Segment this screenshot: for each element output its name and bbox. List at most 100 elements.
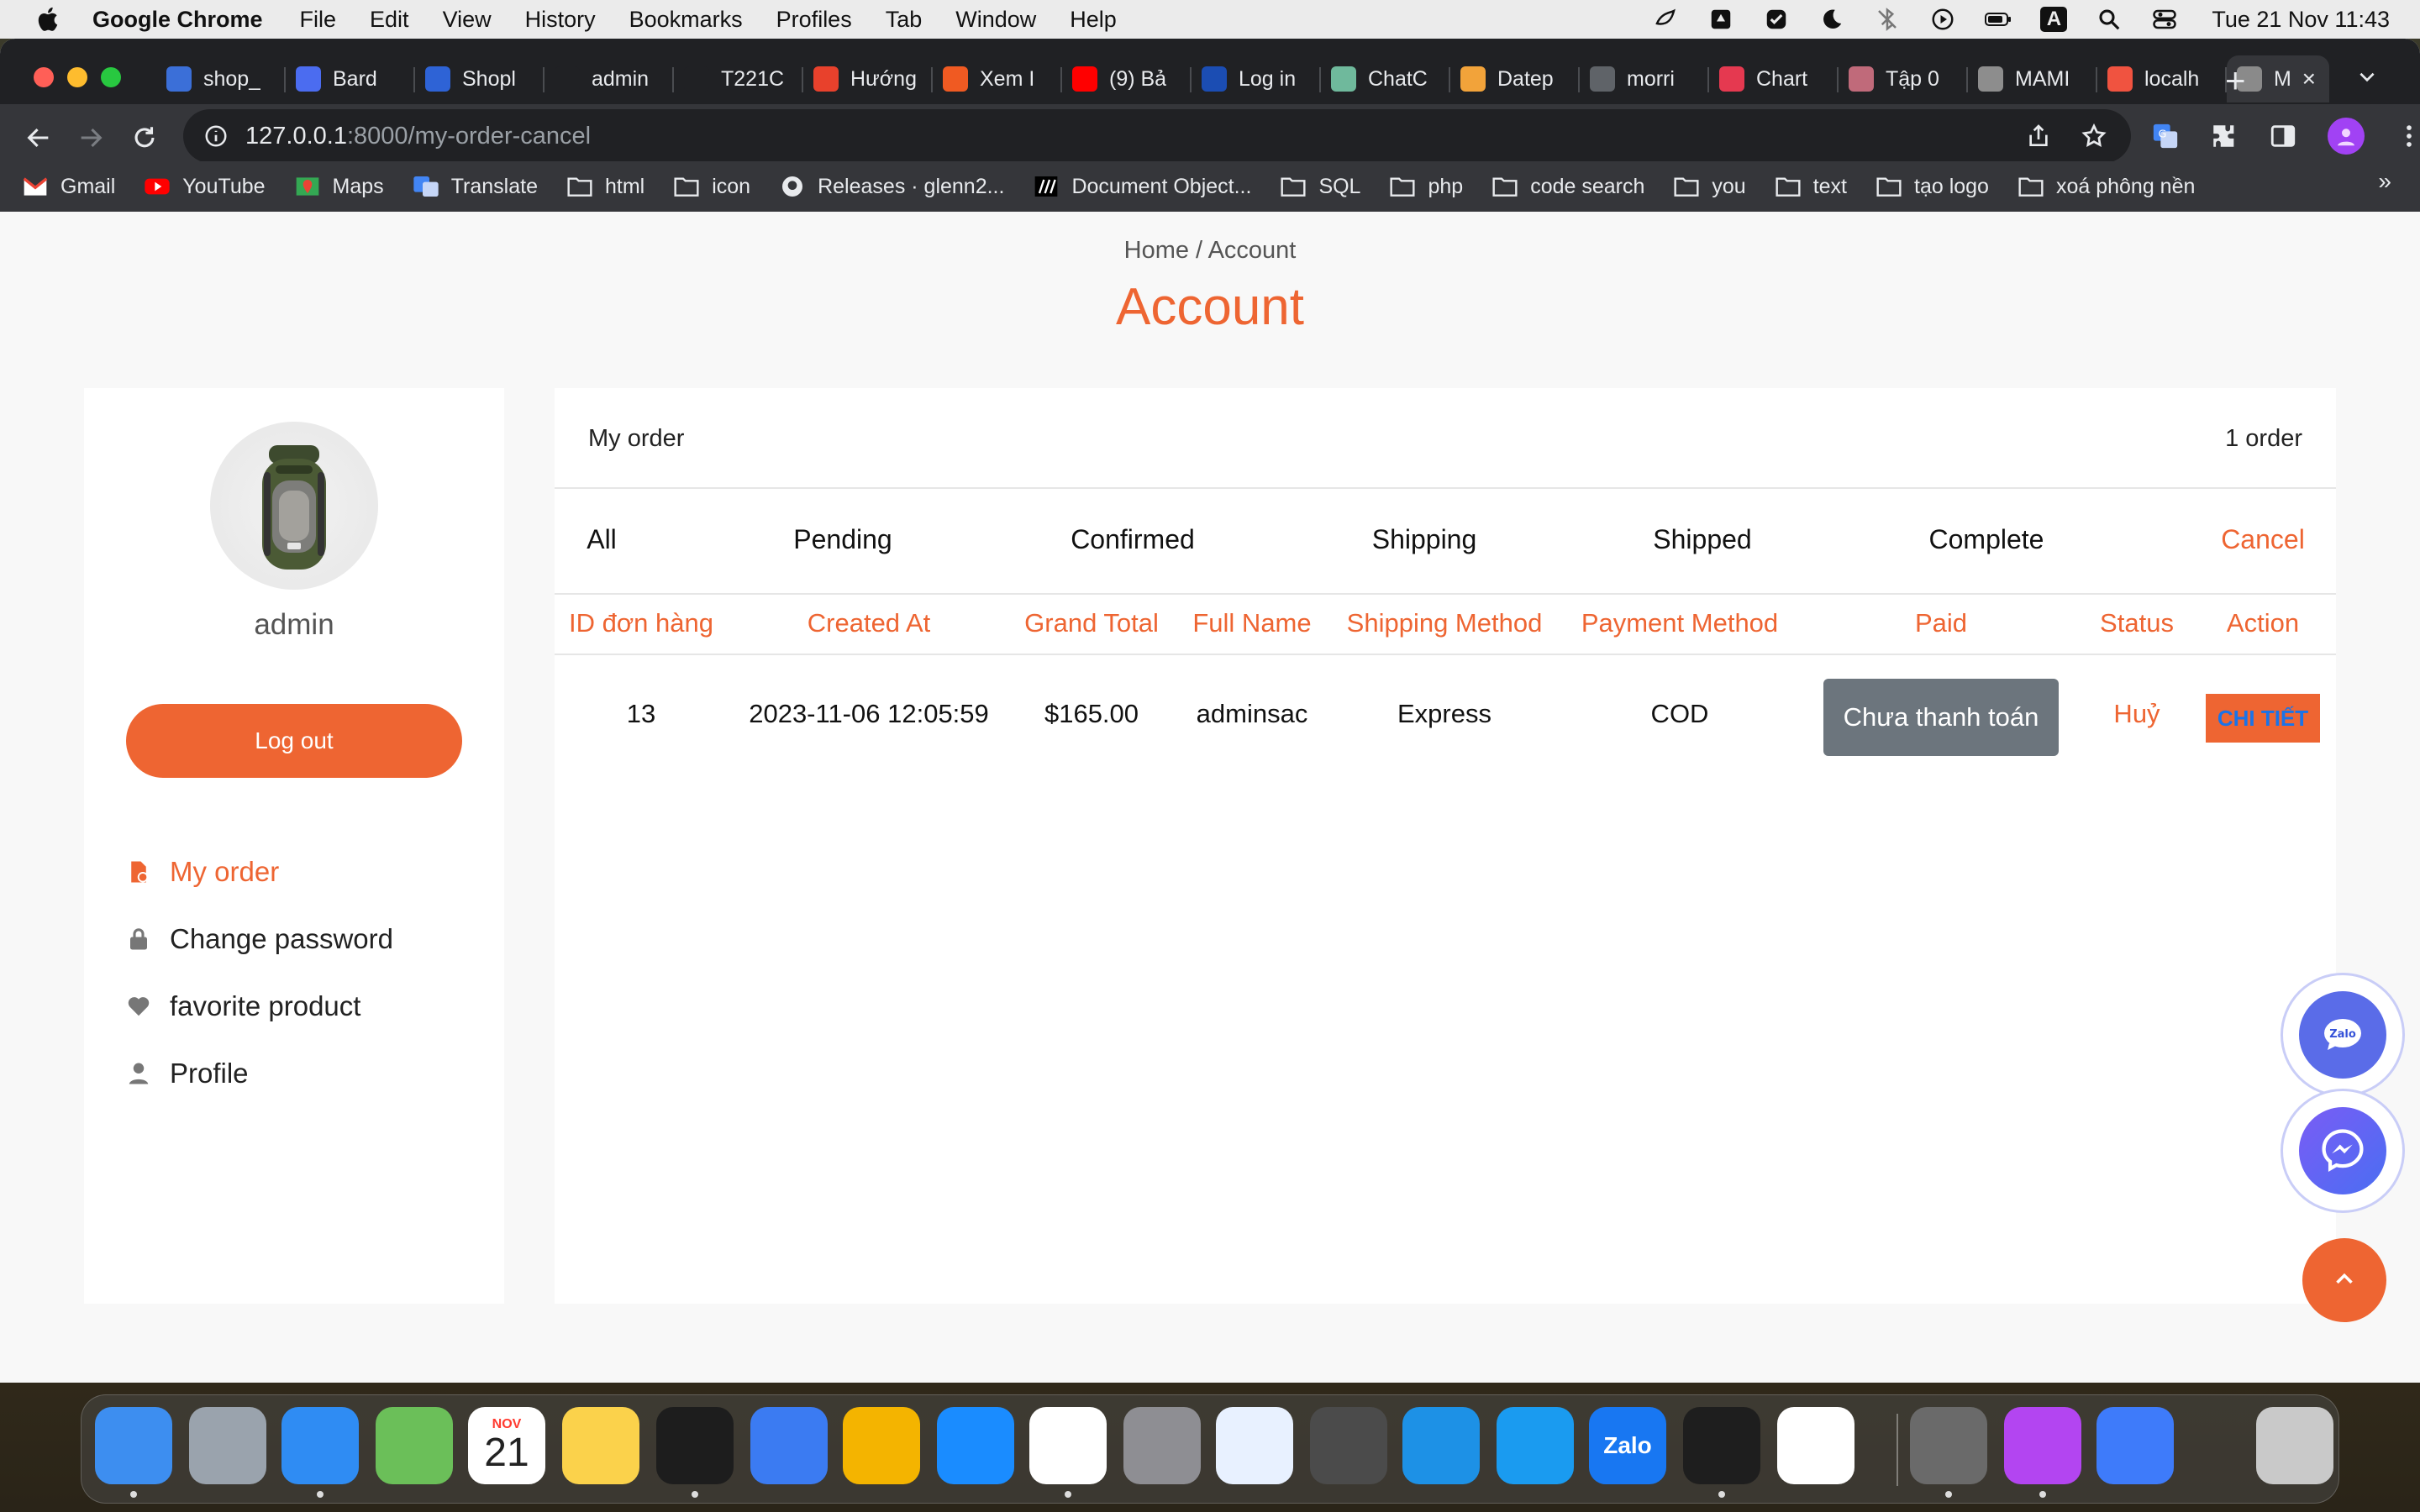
sidebar-item-change-password[interactable]: Change password	[126, 906, 393, 973]
bookmark-item[interactable]: you	[1673, 175, 1746, 199]
browser-tab[interactable]: Chart	[1709, 55, 1839, 102]
activity-monitor-icon[interactable]	[656, 1407, 734, 1484]
logout-button[interactable]: Log out	[126, 704, 462, 778]
browser-tab[interactable]: admin	[544, 55, 674, 102]
menu-view[interactable]: View	[443, 7, 492, 33]
reload-button[interactable]	[126, 119, 163, 156]
bookmark-item[interactable]: Maps	[294, 175, 384, 199]
apple-icon[interactable]	[34, 4, 64, 34]
address-bar[interactable]: 127.0.0.1:8000/my-order-cancel	[183, 109, 2131, 163]
bookmark-item[interactable]: Gmail	[22, 175, 115, 199]
side-panel-icon[interactable]	[2269, 122, 2297, 150]
checkmark-shield-icon[interactable]	[1763, 7, 1790, 32]
share-icon[interactable]	[2025, 123, 2052, 150]
data-icon[interactable]	[1216, 1407, 1293, 1484]
order-detail-button[interactable]: CHI TIẾT	[2206, 694, 2320, 743]
chrome-menu-icon[interactable]	[2395, 122, 2420, 150]
bookmark-item[interactable]: Releases · glenn2...	[779, 175, 1004, 199]
minimize-window-button[interactable]	[67, 67, 87, 87]
browser-tab[interactable]: morri	[1580, 55, 1709, 102]
tab-shipped[interactable]: Shipped	[1653, 524, 1751, 555]
forward-button[interactable]	[72, 119, 109, 156]
browser-tab[interactable]: shop_	[156, 55, 286, 102]
new-tab-button[interactable]: +	[2225, 60, 2246, 101]
browser-tab[interactable]: localh	[2097, 55, 2227, 102]
launchpad-icon[interactable]	[189, 1407, 266, 1484]
bookmark-item[interactable]: YouTube	[144, 175, 266, 199]
notes-icon[interactable]	[562, 1407, 639, 1484]
safari-icon[interactable]	[281, 1407, 359, 1484]
zalo-icon[interactable]: Zalo	[1589, 1407, 1666, 1484]
browser-tab[interactable]: (9) Bả	[1062, 55, 1192, 102]
bookmark-item[interactable]: xoá phông nền	[2018, 175, 2195, 199]
back-button[interactable]	[20, 119, 57, 156]
google-docs-icon[interactable]	[750, 1407, 828, 1484]
browser-tab[interactable]: Xem I	[933, 55, 1062, 102]
system-settings-icon[interactable]	[1123, 1407, 1201, 1484]
bookmark-item[interactable]: tạo logo	[1876, 175, 1989, 199]
breadcrumb[interactable]: Home / Account	[0, 237, 2420, 265]
app-store-icon[interactable]	[937, 1407, 1014, 1484]
google-slides-icon[interactable]	[843, 1407, 920, 1484]
bookmark-item[interactable]: icon	[673, 175, 750, 199]
bookmark-item[interactable]: code search	[1491, 175, 1644, 199]
skype-icon[interactable]	[1497, 1407, 1574, 1484]
scroll-to-top-button[interactable]	[2302, 1238, 2386, 1322]
cloud-leaf-icon[interactable]	[1652, 7, 1679, 32]
browser-tab[interactable]: Hướng	[803, 55, 933, 102]
browser-tab[interactable]: Bard	[286, 55, 415, 102]
messenger-chat-button[interactable]	[2281, 1089, 2405, 1213]
tab-pending[interactable]: Pending	[793, 524, 892, 555]
bookmark-item[interactable]: Document Object...	[1033, 175, 1251, 199]
browser-tab[interactable]: ChatC	[1321, 55, 1450, 102]
tableplus-icon[interactable]	[1910, 1407, 1987, 1484]
menubar-clock[interactable]: Tue 21 Nov 11:43	[2212, 7, 2390, 33]
terminal-icon[interactable]	[1683, 1407, 1760, 1484]
profile-avatar-icon[interactable]	[2328, 118, 2365, 155]
site-info-icon[interactable]	[203, 123, 229, 149]
bookmark-item[interactable]: html	[566, 175, 644, 199]
tab-complete[interactable]: Complete	[1929, 524, 2044, 555]
menu-app-name[interactable]: Google Chrome	[92, 7, 263, 33]
menu-edit[interactable]: Edit	[370, 7, 409, 33]
menu-tab[interactable]: Tab	[886, 7, 923, 33]
maps-icon[interactable]	[376, 1407, 453, 1484]
bookmark-item[interactable]: php	[1389, 175, 1463, 199]
zalo-chat-button[interactable]: Zalo	[2281, 973, 2405, 1097]
tab-cancel[interactable]: Cancel	[2221, 524, 2305, 555]
menu-help[interactable]: Help	[1070, 7, 1117, 33]
close-window-button[interactable]	[34, 67, 54, 87]
chrome-icon[interactable]	[1029, 1407, 1107, 1484]
upload-box-icon[interactable]	[1707, 7, 1734, 32]
tab-all[interactable]: All	[587, 524, 617, 555]
browser-tab[interactable]: Tập 0	[1839, 55, 1968, 102]
browser-tab[interactable]: Log in	[1192, 55, 1321, 102]
menu-profiles[interactable]: Profiles	[776, 7, 852, 33]
calendar-icon[interactable]: NOV 21	[468, 1407, 545, 1484]
bookmark-item[interactable]: Translate	[413, 175, 538, 199]
warp-icon[interactable]	[2096, 1407, 2174, 1484]
bookmark-star-icon[interactable]	[2081, 123, 2107, 150]
bookmark-item[interactable]: SQL	[1280, 175, 1360, 199]
docker-icon[interactable]	[1402, 1407, 1480, 1484]
trash-icon[interactable]	[2256, 1407, 2333, 1484]
input-source-icon[interactable]: A	[2040, 7, 2068, 32]
sublime-text-icon[interactable]	[1310, 1407, 1387, 1484]
zoom-window-button[interactable]	[101, 67, 121, 87]
menu-history[interactable]: History	[525, 7, 596, 33]
extensions-puzzle-icon[interactable]	[2210, 122, 2238, 150]
sidebar-item-profile[interactable]: Profile	[126, 1040, 393, 1107]
browser-tab[interactable]: Datep	[1450, 55, 1580, 102]
bookmarks-overflow-button[interactable]: »	[2378, 168, 2391, 195]
battery-icon[interactable]	[1985, 7, 2012, 32]
bookmark-item[interactable]: text	[1775, 175, 1847, 199]
bluetooth-off-icon[interactable]	[1874, 7, 1901, 32]
vscode-icon[interactable]	[1777, 1407, 1854, 1484]
tab-search-chevron-icon[interactable]	[2356, 66, 2378, 87]
browser-tab[interactable]: Shopl	[415, 55, 544, 102]
control-center-icon[interactable]	[2151, 7, 2178, 32]
browser-tab[interactable]: T221C	[674, 55, 803, 102]
phpstorm-icon[interactable]	[2004, 1407, 2081, 1484]
spotlight-search-icon[interactable]	[2096, 7, 2123, 32]
browser-tab[interactable]: MAMI	[1968, 55, 2097, 102]
